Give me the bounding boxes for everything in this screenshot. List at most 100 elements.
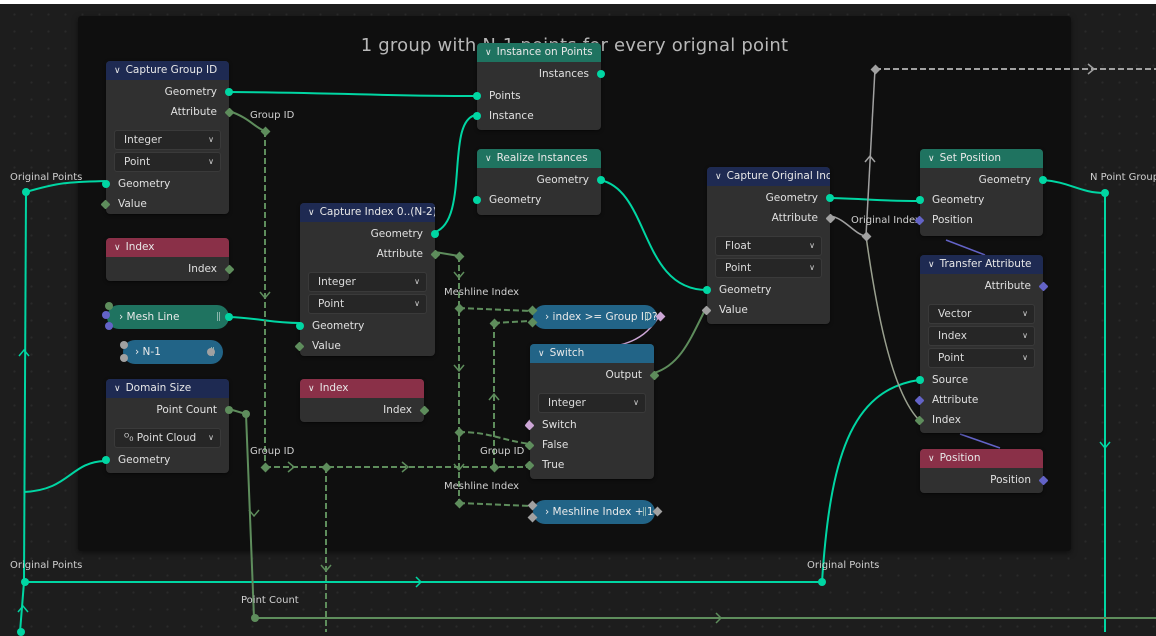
socket-label: Geometry [164, 86, 217, 98]
chevron-right-icon[interactable]: › [135, 346, 139, 358]
mapping-dropdown[interactable]: Index ∨ [928, 326, 1035, 346]
geometry-socket-icon[interactable] [296, 322, 304, 330]
node-title: Instance on Points [496, 46, 593, 58]
output-attribute: Attribute [300, 244, 441, 264]
chevron-down-icon[interactable]: ∨ [485, 44, 492, 62]
node-header[interactable]: ∨ Switch [530, 344, 654, 363]
geometry-socket-icon[interactable] [225, 313, 233, 321]
geometry-socket-icon[interactable] [102, 456, 110, 464]
node-title: Mesh Line [126, 311, 180, 323]
geometry-socket-icon[interactable] [225, 88, 233, 96]
component-dropdown[interactable]: ᴼ₀ Point Cloud ∨ [114, 428, 221, 448]
node-header[interactable]: ∨ Capture Original Index [707, 167, 830, 186]
chevron-down-icon: ∨ [633, 398, 639, 407]
node-transfer-attribute[interactable]: ∨ Transfer Attribute Attribute Vector ∨ In… [914, 255, 1049, 433]
socket-label: Output [605, 369, 642, 381]
geometry-socket-icon[interactable] [597, 176, 605, 184]
integer-socket-icon[interactable] [105, 302, 113, 310]
reroute-point-count[interactable] [251, 614, 259, 622]
node-title: Index [125, 241, 155, 253]
node-set-position[interactable]: ∨ Set Position Geometry Geometry Position [914, 149, 1047, 236]
node-header[interactable]: ∨ Domain Size [106, 379, 229, 398]
geometry-socket-icon[interactable] [473, 196, 481, 204]
geometry-socket-icon[interactable] [473, 92, 481, 100]
chevron-down-icon[interactable]: ∨ [114, 380, 121, 398]
data-type-dropdown[interactable]: Integer ∨ [538, 393, 646, 413]
chevron-right-icon[interactable]: › [545, 311, 549, 323]
chevron-down-icon[interactable]: ∨ [308, 204, 315, 222]
domain-dropdown[interactable]: Point ∨ [928, 348, 1035, 368]
node-header[interactable]: ∨ Realize Instances [477, 149, 601, 168]
chevron-right-icon[interactable]: › [545, 506, 549, 518]
node-capture-group-id[interactable]: ∨ Capture Group ID Geometry Attribute Int… [100, 61, 235, 214]
node-index[interactable]: ∨ Index Index [106, 238, 235, 281]
node-header[interactable]: ∨ Instance on Points [477, 43, 601, 62]
socket-label: False [542, 439, 569, 451]
node-capture-original-index[interactable]: ∨ Capture Original Index Geometry Attribu… [701, 167, 836, 324]
node-switch[interactable]: ∨ Switch Output Integer ∨ Switch False Tru… [524, 344, 660, 479]
output-geometry: Geometry [477, 170, 605, 190]
node-realize-instances[interactable]: ∨ Realize Instances Geometry Geometry [473, 149, 605, 215]
node-capture-index[interactable]: ∨ Capture Index 0..(N-2) Geometry Attribu… [294, 203, 441, 356]
node-domain-size[interactable]: ∨ Domain Size Point Count ᴼ₀ Point Cloud ∨… [102, 379, 233, 473]
reroute-original-points-bottom[interactable] [21, 578, 29, 586]
node-index[interactable]: ∨ Index Index [300, 379, 430, 422]
data-type-dropdown[interactable]: Integer ∨ [114, 130, 221, 150]
data-type-dropdown[interactable]: Integer ∨ [308, 272, 427, 292]
node-mesh-line[interactable]: › Mesh Line || [107, 305, 229, 329]
node-meshline-index-plus-1[interactable]: › Meshline Index + 1 || [533, 500, 655, 524]
chevron-down-icon[interactable]: ∨ [485, 150, 492, 168]
domain-dropdown[interactable]: Point ∨ [308, 294, 427, 314]
node-header[interactable]: ∨ Position [920, 449, 1043, 468]
node-header[interactable]: ∨ Capture Group ID [106, 61, 229, 80]
reroute-original-points-top[interactable] [22, 188, 30, 196]
geometry-socket-icon[interactable] [916, 196, 924, 204]
node-instance-on-points[interactable]: ∨ Instance on Points Instances Points Ins… [473, 43, 605, 130]
float-socket-icon[interactable] [207, 348, 215, 356]
data-type-dropdown[interactable]: Float ∨ [715, 236, 822, 256]
geometry-socket-icon[interactable] [826, 194, 834, 202]
domain-dropdown[interactable]: Point ∨ [715, 258, 822, 278]
chevron-down-icon[interactable]: ∨ [538, 345, 545, 363]
chevron-down-icon[interactable]: ∨ [114, 62, 121, 80]
chevron-down-icon: ∨ [1022, 353, 1028, 362]
reroute-n-point-groups[interactable] [1101, 189, 1109, 197]
domain-dropdown[interactable]: Point ∨ [114, 152, 221, 172]
geometry-socket-icon[interactable] [916, 376, 924, 384]
socket-label: Attribute [984, 280, 1031, 292]
node-header[interactable]: ∨ Index [300, 379, 424, 398]
chevron-down-icon[interactable]: ∨ [715, 168, 722, 186]
chevron-down-icon[interactable]: ∨ [928, 256, 935, 274]
node-header[interactable]: ∨ Capture Index 0..(N-2) [300, 203, 435, 222]
reroute-original-points-lower[interactable] [17, 628, 25, 636]
float-socket-icon[interactable] [120, 341, 128, 349]
socket-label: Geometry [932, 194, 985, 206]
chevron-right-icon[interactable]: › [119, 311, 123, 323]
vector-socket-icon[interactable] [105, 322, 113, 330]
integer-socket-icon[interactable] [225, 406, 233, 414]
output-geometry: Geometry [106, 82, 233, 102]
geometry-socket-icon[interactable] [102, 180, 110, 188]
geometry-socket-icon[interactable] [431, 230, 439, 238]
node-header[interactable]: ∨ Set Position [920, 149, 1043, 168]
float-socket-icon[interactable] [120, 354, 128, 362]
dropdown-value: Point [124, 156, 151, 168]
input-index: Index [914, 410, 1043, 430]
chevron-down-icon[interactable]: ∨ [928, 150, 935, 168]
node-header[interactable]: ∨ Transfer Attribute [920, 255, 1043, 274]
link-orig-vertical [23, 191, 27, 581]
chevron-down-icon[interactable]: ∨ [928, 450, 935, 468]
node-compare[interactable]: › index >= Group ID? || [533, 305, 658, 329]
vector-socket-icon[interactable] [102, 311, 110, 319]
node-header[interactable]: ∨ Index [106, 238, 229, 257]
geometry-socket-icon[interactable] [1039, 176, 1047, 184]
geometry-socket-icon[interactable] [597, 70, 605, 78]
reroute-original-points-right[interactable] [818, 578, 826, 586]
chevron-down-icon[interactable]: ∨ [114, 239, 121, 257]
reroute-point-count-top[interactable] [242, 410, 250, 418]
geometry-socket-icon[interactable] [473, 112, 481, 120]
node-position[interactable]: ∨ Position Position [920, 449, 1049, 493]
chevron-down-icon[interactable]: ∨ [308, 380, 315, 398]
geometry-socket-icon[interactable] [703, 286, 711, 294]
data-type-dropdown[interactable]: Vector ∨ [928, 304, 1035, 324]
